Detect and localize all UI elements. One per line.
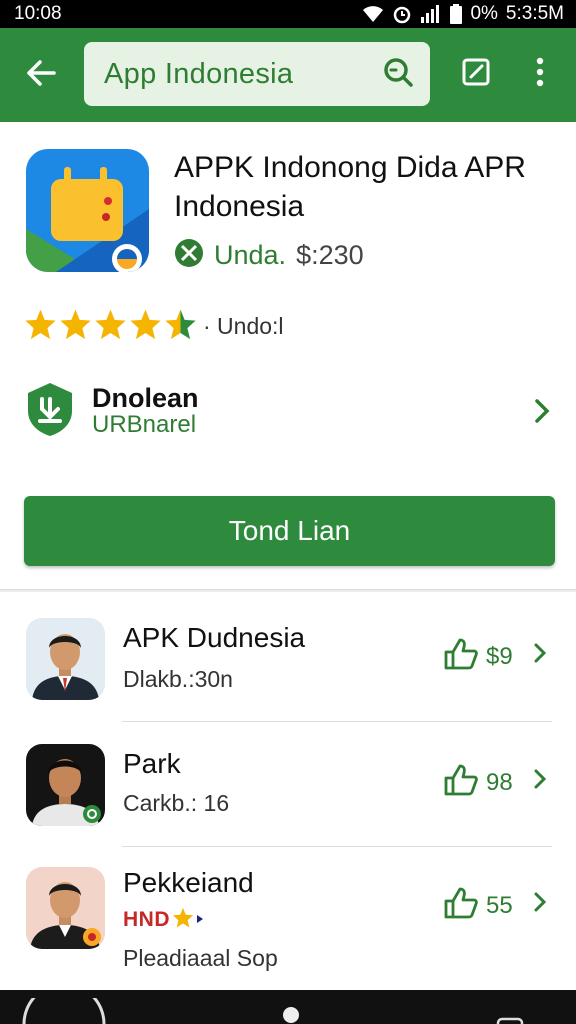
chevron-right-icon xyxy=(533,891,547,918)
more-options-button[interactable] xyxy=(520,54,560,94)
back-arrow-icon xyxy=(26,59,56,92)
like-count[interactable]: $9 xyxy=(444,638,513,675)
home-dot-icon[interactable] xyxy=(282,1006,300,1024)
item-subtitle: Carkb.: 16 xyxy=(123,790,230,816)
status-icons: 0% 5:3:5M xyxy=(362,3,564,25)
rating-row: · Undo:l xyxy=(24,308,284,345)
battery-percent: 0% xyxy=(470,3,498,24)
developer-info: Dnolean URBnarel xyxy=(92,384,199,438)
star-icon xyxy=(129,308,162,345)
rating-text: · Undo:l xyxy=(203,313,284,339)
alarm-icon xyxy=(392,4,412,24)
avatar xyxy=(26,744,105,826)
battery-icon xyxy=(450,4,463,24)
more-vert-icon xyxy=(535,57,545,92)
meta-label: Unda. xyxy=(214,240,287,270)
system-nav-bar xyxy=(0,982,576,1024)
developer-name: Dnolean xyxy=(92,383,199,413)
app-meta: Unda. $:230 xyxy=(174,238,364,273)
item-subtitle: Pleadiaaal Sop xyxy=(123,945,278,971)
star-icon xyxy=(59,308,92,345)
count-value: 55 xyxy=(486,891,513,919)
status-time: 10:08 xyxy=(14,3,62,24)
recents-circle-icon[interactable] xyxy=(22,982,106,1024)
thumbs-up-icon xyxy=(444,887,478,924)
search-icon[interactable] xyxy=(382,56,414,93)
count-value: 98 xyxy=(486,768,513,796)
rating-stars xyxy=(24,308,197,345)
developer-subtitle: URBnarel xyxy=(92,411,197,438)
install-button[interactable]: Tond Lian xyxy=(24,496,555,566)
search-input[interactable]: App Indonesia xyxy=(104,58,382,91)
thumbs-up-icon xyxy=(444,764,478,801)
shield-download-icon xyxy=(24,381,76,442)
item-title: Park xyxy=(123,748,181,779)
like-count[interactable]: 98 xyxy=(444,764,513,801)
star-icon xyxy=(172,907,194,933)
thumbs-up-icon xyxy=(444,638,478,675)
developer-row[interactable]: Dnolean URBnarel xyxy=(24,382,554,440)
star-icon xyxy=(94,308,127,345)
related-apps-list: APK Dudnesia Dlakb.:30n $9 Park Carkb.: … xyxy=(0,592,576,990)
like-count[interactable]: 55 xyxy=(444,887,513,924)
count-value: $9 xyxy=(486,642,513,670)
avatar xyxy=(26,618,105,700)
status-clock: 5:3:5M xyxy=(505,3,564,24)
list-item[interactable]: Park Carkb.: 16 98 xyxy=(0,722,576,846)
app-icon xyxy=(26,149,149,272)
status-bar: 10:08 0% 5:3:5M xyxy=(0,0,576,28)
app-bar: App Indonesia xyxy=(0,28,576,122)
item-title: APK Dudnesia xyxy=(123,622,306,653)
chevron-right-icon xyxy=(534,398,550,429)
item-badge: HND xyxy=(123,907,204,933)
app-detail-card: APPK Indonong Dida APR Indonesia Unda. $… xyxy=(0,122,576,590)
caret-right-icon xyxy=(196,911,204,929)
meta-price: $:230 xyxy=(296,240,364,270)
item-title: Pekkeiand xyxy=(123,867,254,898)
back-button[interactable] xyxy=(10,44,72,106)
avatar xyxy=(26,867,105,949)
half-star-icon xyxy=(164,308,197,345)
edit-button[interactable] xyxy=(456,54,496,94)
chevron-right-icon xyxy=(533,642,547,669)
list-item[interactable]: Pekkeiand HND Pleadiaaal Sop 55 xyxy=(0,847,576,990)
search-field[interactable]: App Indonesia xyxy=(84,42,430,106)
category-icon xyxy=(174,238,204,273)
wifi-icon xyxy=(362,5,384,23)
list-item[interactable]: APK Dudnesia Dlakb.:30n $9 xyxy=(0,592,576,716)
chevron-right-icon xyxy=(533,768,547,795)
badge-label: HND xyxy=(123,908,170,931)
back-square-icon[interactable] xyxy=(496,1014,524,1024)
app-title: APPK Indonong Dida APR Indonesia xyxy=(174,151,526,223)
signal-icon xyxy=(420,5,442,23)
edit-icon xyxy=(460,56,492,93)
star-icon xyxy=(24,308,57,345)
item-subtitle: Dlakb.:30n xyxy=(123,666,233,692)
